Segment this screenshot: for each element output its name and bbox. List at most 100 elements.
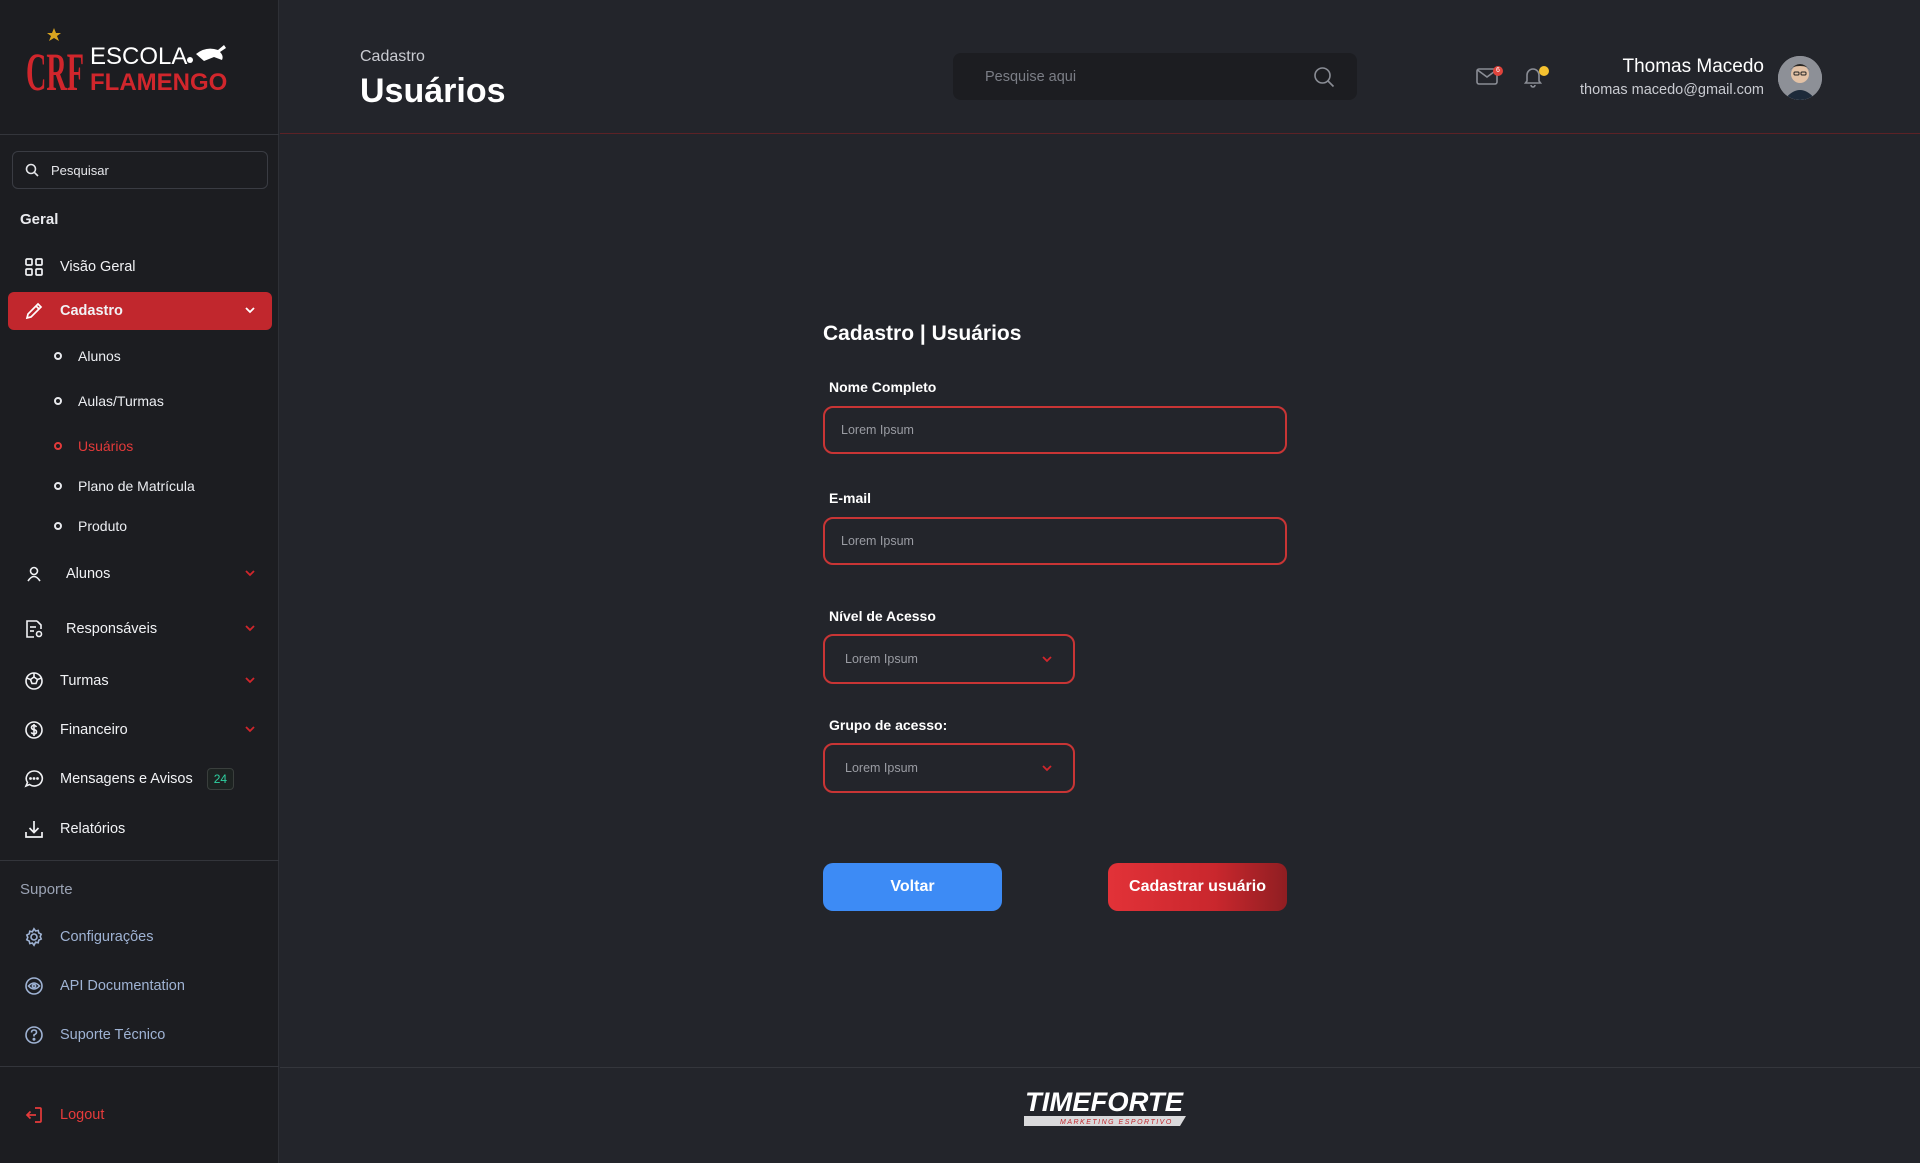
notification-dot	[1539, 66, 1549, 76]
logout-icon	[22, 1103, 46, 1127]
sidebar-divider	[0, 1066, 279, 1067]
sidebar-item-alunos[interactable]: Alunos	[8, 555, 272, 593]
sidebar-item-relatorios[interactable]: Relatórios	[8, 810, 272, 848]
gear-icon	[22, 925, 46, 949]
back-button[interactable]: Voltar	[823, 863, 1002, 911]
sidebar-item-label: Relatórios	[60, 821, 126, 837]
search-input[interactable]	[953, 53, 1293, 100]
sidebar-subitem-label: Alunos	[78, 348, 121, 364]
mail-button[interactable]: 6	[1475, 64, 1503, 90]
logout-button[interactable]: Logout	[8, 1096, 272, 1134]
chevron-down-icon	[245, 307, 255, 314]
crf-monogram: CRF	[26, 42, 84, 102]
timeforte-logo: TIMEFORTE MARKETING ESPORTIVO	[1020, 1086, 1190, 1134]
search-icon[interactable]	[1313, 66, 1335, 88]
guardian-document-icon	[22, 617, 46, 641]
sidebar-subitem-label: Plano de Matrícula	[78, 478, 195, 494]
sidebar-divider	[0, 134, 279, 135]
timeforte-logo-text: TIMEFORTE	[1025, 1087, 1184, 1117]
grid-icon	[22, 255, 46, 279]
nivel-acesso-value: Lorem Ipsum	[845, 652, 918, 666]
sidebar-item-label: Alunos	[66, 566, 111, 582]
breadcrumb[interactable]: Cadastro	[360, 48, 425, 66]
email-input[interactable]	[823, 517, 1287, 565]
pencil-icon	[22, 299, 46, 323]
grupo-acesso-label: Grupo de acesso:	[829, 717, 948, 733]
footer-divider	[280, 1067, 1920, 1068]
sidebar-item-cadastro[interactable]: Cadastro	[8, 292, 272, 330]
sidebar-subitem-alunos[interactable]: Alunos	[54, 344, 121, 368]
sidebar-divider	[0, 860, 279, 861]
grupo-acesso-value: Lorem Ipsum	[845, 761, 918, 775]
logo-flamengo-text: FLAMENGO	[90, 69, 227, 96]
register-user-button[interactable]: Cadastrar usuário	[1108, 863, 1287, 911]
header-search	[953, 53, 1357, 100]
sidebar-item-responsaveis[interactable]: Responsáveis	[8, 610, 272, 648]
sidebar: CRF ESCOLA FLAMENGO Pesquisar Geral Visã…	[0, 0, 279, 1163]
sidebar-subitem-produto[interactable]: Produto	[54, 514, 127, 538]
nivel-acesso-select[interactable]: Lorem Ipsum	[823, 634, 1075, 684]
sidebar-search-placeholder: Pesquisar	[51, 162, 109, 178]
grupo-acesso-select[interactable]: Lorem Ipsum	[823, 743, 1075, 793]
sidebar-subitem-label: Produto	[78, 518, 128, 534]
download-icon	[22, 817, 46, 841]
sidebar-item-turmas[interactable]: Turmas	[8, 662, 272, 700]
user-name[interactable]: Thomas Macedo	[1622, 56, 1764, 78]
chevron-down-icon	[1042, 765, 1052, 772]
bullet-icon	[54, 397, 62, 405]
escola-flamengo-logo[interactable]: CRF ESCOLA FLAMENGO	[24, 24, 254, 104]
email-label: E-mail	[829, 490, 872, 506]
sidebar-item-api-documentation[interactable]: API Documentation	[8, 967, 272, 1005]
sidebar-subitem-label: Usuários	[78, 438, 134, 454]
form-title: Cadastro | Usuários	[823, 322, 1022, 345]
sidebar-item-suporte-tecnico[interactable]: Suporte Técnico	[8, 1016, 272, 1054]
sidebar-subitem-label: Aulas/Turmas	[78, 393, 164, 409]
chevron-down-icon	[245, 726, 255, 733]
top-header: Cadastro Usuários 6 Thomas Macedo thomas…	[280, 0, 1920, 134]
sidebar-item-label: API Documentation	[60, 978, 185, 994]
sidebar-item-financeiro[interactable]: Financeiro	[8, 711, 272, 749]
sidebar-subitem-usuarios[interactable]: Usuários	[54, 434, 133, 458]
soccer-ball-icon	[22, 669, 46, 693]
sidebar-item-label: Responsáveis	[66, 621, 158, 637]
avatar[interactable]	[1778, 56, 1822, 100]
bullet-icon	[54, 522, 62, 530]
bullet-icon	[54, 482, 62, 490]
user-icon	[22, 562, 46, 586]
bullet-icon	[54, 442, 62, 450]
dollar-icon	[22, 718, 46, 742]
page-title: Usuários	[360, 72, 506, 110]
sidebar-subitem-aulas-turmas[interactable]: Aulas/Turmas	[54, 389, 164, 413]
logo-escola-text: ESCOLA	[90, 43, 187, 70]
nome-completo-input[interactable]	[823, 406, 1287, 454]
sidebar-item-label: Turmas	[60, 673, 109, 689]
logout-label: Logout	[60, 1107, 105, 1123]
message-count-badge: 24	[206, 768, 235, 790]
sidebar-item-label: Mensagens e Avisos	[60, 771, 193, 787]
chat-bubble-icon	[22, 767, 46, 791]
chevron-down-icon	[245, 677, 255, 684]
nome-completo-label: Nome Completo	[829, 379, 937, 395]
help-circle-icon	[22, 1023, 46, 1047]
sidebar-item-label: Financeiro	[60, 722, 128, 738]
bullet-icon	[54, 352, 62, 360]
sidebar-item-visao-geral[interactable]: Visão Geral	[8, 248, 272, 286]
timeforte-tagline: MARKETING ESPORTIVO	[1060, 1119, 1173, 1126]
sidebar-item-configuracoes[interactable]: Configurações	[8, 918, 272, 956]
mail-badge: 6	[1493, 66, 1503, 76]
chevron-down-icon	[1042, 656, 1052, 663]
notifications-button[interactable]	[1521, 64, 1549, 90]
nivel-acesso-label: Nível de Acesso	[829, 608, 936, 624]
sidebar-subitem-plano-matricula[interactable]: Plano de Matrícula	[54, 474, 195, 498]
section-suporte: Suporte	[20, 881, 73, 898]
sidebar-item-label: Suporte Técnico	[60, 1027, 166, 1043]
chevron-down-icon	[245, 625, 255, 632]
search-icon	[25, 163, 39, 177]
sidebar-item-mensagens[interactable]: Mensagens e Avisos 24	[8, 760, 272, 798]
sidebar-item-label: Cadastro	[60, 303, 123, 319]
chevron-down-icon	[245, 570, 255, 577]
sidebar-item-label: Visão Geral	[60, 259, 136, 275]
user-email: thomas macedo@gmail.com	[1580, 82, 1764, 98]
sidebar-search[interactable]: Pesquisar	[12, 151, 268, 189]
section-geral: Geral	[20, 211, 59, 228]
